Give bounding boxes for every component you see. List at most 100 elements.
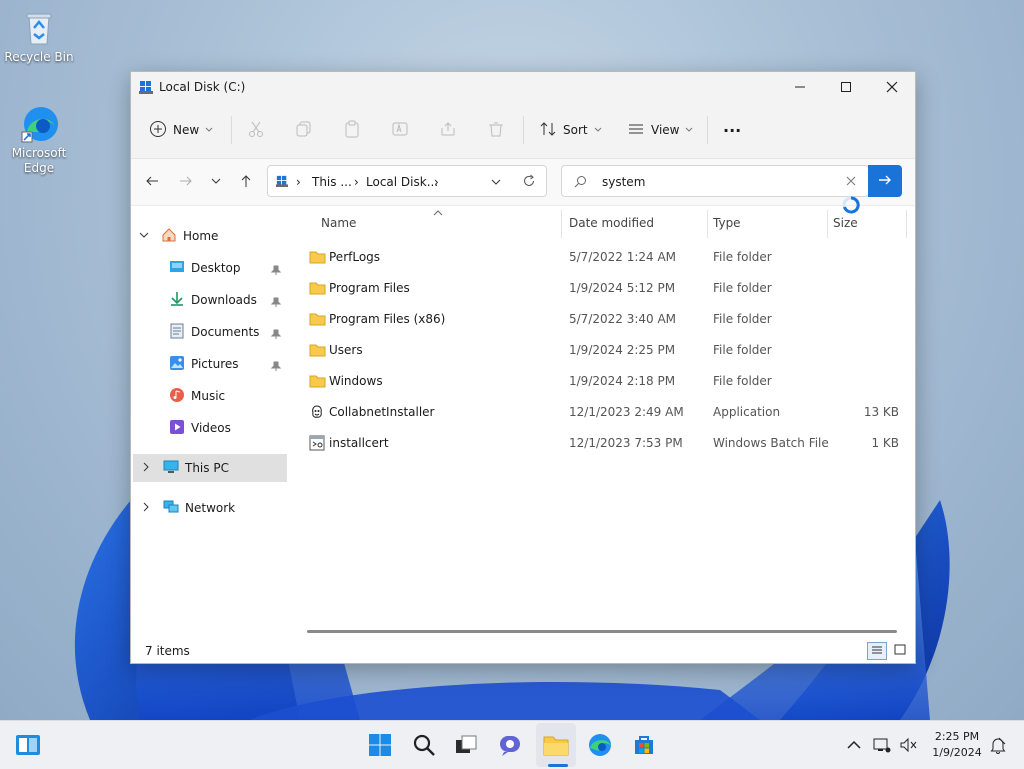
maximize-button[interactable] bbox=[823, 72, 869, 102]
file-date: 12/1/2023 7:53 PM bbox=[569, 436, 683, 450]
file-row[interactable]: installcert 12/1/2023 7:53 PM Windows Ba… bbox=[291, 428, 911, 459]
minimize-button[interactable] bbox=[777, 72, 823, 102]
desktop-icon-edge[interactable]: Microsoft Edge bbox=[1, 104, 77, 176]
search-submit-button[interactable] bbox=[868, 165, 902, 197]
back-button[interactable] bbox=[141, 171, 163, 193]
recycle-bin-icon bbox=[19, 8, 59, 48]
plus-circle-icon bbox=[149, 120, 167, 141]
file-type: File folder bbox=[713, 374, 772, 388]
address-bar[interactable]: › This ... › Local Disk... › bbox=[267, 165, 547, 197]
file-name: PerfLogs bbox=[329, 250, 381, 264]
refresh-button[interactable] bbox=[522, 174, 536, 191]
clear-search-button[interactable] bbox=[845, 175, 857, 190]
file-row[interactable]: Program Files 1/9/2024 5:12 PM File fold… bbox=[291, 273, 911, 304]
column-header-date-modified[interactable]: Date modified bbox=[569, 216, 654, 230]
search-input[interactable]: system bbox=[602, 175, 645, 189]
desktop-icon-recycle-bin[interactable]: Recycle Bin bbox=[1, 8, 77, 65]
clock-time: 2:25 PM bbox=[934, 730, 980, 743]
sidebar-item-documents[interactable]: Documents bbox=[169, 318, 259, 346]
tiles-view-button[interactable] bbox=[891, 642, 909, 660]
window-title: Local Disk (C:) bbox=[159, 80, 246, 94]
share-icon bbox=[439, 120, 457, 141]
scissors-icon bbox=[247, 120, 265, 141]
show-hidden-icons-button[interactable] bbox=[840, 730, 868, 762]
file-size: 1 KB bbox=[871, 436, 899, 450]
file-type: File folder bbox=[713, 343, 772, 357]
horizontal-scrollbar[interactable] bbox=[307, 630, 897, 633]
toolbar-divider bbox=[231, 116, 232, 144]
document-icon bbox=[169, 323, 185, 342]
file-type: Windows Batch File bbox=[713, 436, 829, 450]
view-button[interactable]: View bbox=[627, 114, 693, 146]
file-name: Windows bbox=[329, 374, 383, 388]
sidebar-item-network[interactable]: Network bbox=[141, 494, 235, 522]
column-header-type[interactable]: Type bbox=[713, 216, 741, 230]
file-explorer-taskbar-button[interactable] bbox=[540, 730, 572, 762]
search-box[interactable]: system bbox=[561, 165, 869, 197]
task-view-button[interactable] bbox=[450, 730, 482, 762]
volume-tray-button[interactable] bbox=[894, 730, 922, 762]
recent-locations-button[interactable] bbox=[205, 171, 227, 193]
title-bar[interactable]: Local Disk (C:) bbox=[131, 72, 915, 102]
sidebar-item-home[interactable]: Home bbox=[139, 222, 218, 250]
sort-button[interactable]: Sort bbox=[539, 114, 602, 146]
sidebar-item-label: This PC bbox=[185, 461, 229, 475]
new-button[interactable]: New bbox=[149, 114, 213, 146]
search-icon bbox=[574, 175, 587, 191]
close-button[interactable] bbox=[869, 72, 915, 102]
arrow-right-icon bbox=[179, 174, 193, 191]
cut-button[interactable] bbox=[247, 114, 265, 146]
sidebar-item-this-pc[interactable]: This PC bbox=[141, 454, 229, 482]
sidebar-item-music[interactable]: Music bbox=[169, 382, 225, 410]
file-row[interactable]: Users 1/9/2024 2:25 PM File folder bbox=[291, 335, 911, 366]
widgets-button[interactable] bbox=[12, 730, 44, 762]
toolbar-divider bbox=[707, 116, 708, 144]
up-button[interactable] bbox=[235, 171, 257, 193]
forward-button[interactable] bbox=[175, 171, 197, 193]
clock-button[interactable]: 2:25 PM 1/9/2024 bbox=[926, 729, 988, 761]
file-row[interactable]: Program Files (x86) 5/7/2022 3:40 AM Fil… bbox=[291, 304, 911, 335]
file-row[interactable]: PerfLogs 5/7/2022 1:24 AM File folder bbox=[291, 242, 911, 273]
address-dropdown-button[interactable] bbox=[490, 176, 502, 191]
arrow-right-icon bbox=[878, 173, 892, 190]
network-tray-button[interactable] bbox=[868, 730, 896, 762]
sidebar-item-label: Pictures bbox=[191, 357, 239, 371]
desktop-icon bbox=[169, 260, 185, 277]
sidebar-item-desktop[interactable]: Desktop bbox=[169, 254, 241, 282]
column-divider bbox=[827, 210, 828, 238]
file-row[interactable]: CollabnetInstaller 12/1/2023 2:49 AM App… bbox=[291, 397, 911, 428]
item-count: 7 items bbox=[145, 644, 190, 658]
chevron-right-icon: › bbox=[434, 175, 439, 189]
videos-icon bbox=[169, 419, 185, 438]
notifications-button[interactable] bbox=[986, 730, 1010, 762]
copy-button[interactable] bbox=[295, 114, 313, 146]
sidebar-item-label: Network bbox=[185, 501, 236, 515]
start-button[interactable] bbox=[364, 730, 396, 762]
column-header-name[interactable]: Name bbox=[321, 216, 356, 230]
more-options-button[interactable]: ··· bbox=[723, 114, 741, 146]
rename-button[interactable] bbox=[391, 114, 409, 146]
file-row[interactable]: Windows 1/9/2024 2:18 PM File folder bbox=[291, 366, 911, 397]
chevron-up-icon bbox=[847, 739, 861, 753]
music-icon bbox=[169, 387, 185, 406]
windows-logo-icon bbox=[368, 733, 392, 760]
column-header-size[interactable]: Size bbox=[833, 216, 858, 230]
chevron-down-icon bbox=[685, 123, 693, 137]
sidebar-item-downloads[interactable]: Downloads bbox=[169, 286, 257, 314]
share-button[interactable] bbox=[439, 114, 457, 146]
copy-icon bbox=[295, 120, 313, 141]
search-button[interactable] bbox=[408, 730, 440, 762]
edge-taskbar-button[interactable] bbox=[584, 730, 616, 762]
sidebar-item-videos[interactable]: Videos bbox=[169, 414, 231, 442]
breadcrumb-this-pc[interactable]: This ... bbox=[312, 175, 352, 189]
breadcrumb-local-disk[interactable]: Local Disk... bbox=[366, 175, 438, 189]
rename-icon bbox=[391, 120, 409, 141]
delete-button[interactable] bbox=[487, 114, 505, 146]
sidebar-item-pictures[interactable]: Pictures bbox=[169, 350, 239, 378]
store-taskbar-button[interactable] bbox=[628, 730, 660, 762]
search-icon bbox=[412, 733, 436, 760]
paste-button[interactable] bbox=[343, 114, 361, 146]
more-icon: ··· bbox=[723, 120, 742, 140]
teams-chat-button[interactable] bbox=[494, 730, 526, 762]
details-view-button[interactable] bbox=[867, 642, 887, 660]
